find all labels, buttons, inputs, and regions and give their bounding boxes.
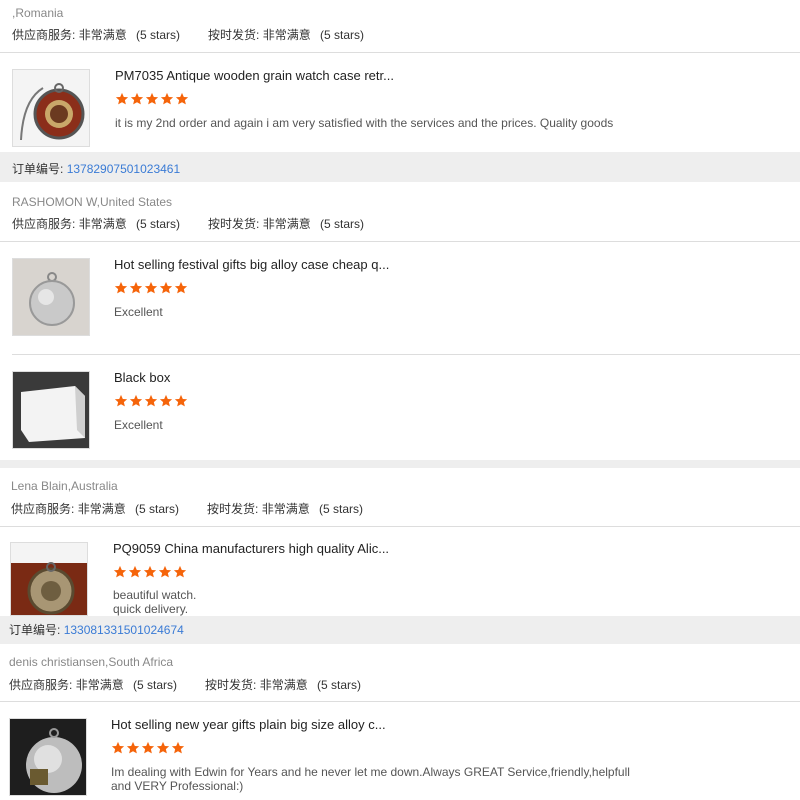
product-title-link[interactable]: PM7035 Antique wooden grain watch case r… bbox=[115, 68, 394, 83]
supplier-service-stars: (5 stars) bbox=[133, 678, 178, 692]
supplier-service-rating: 供应商服务: 非常满意 (5 stars) bbox=[12, 215, 180, 232]
supplier-service-rating: 供应商服务: 非常满意 (5 stars) bbox=[11, 500, 179, 517]
ontime-stars: (5 stars) bbox=[320, 217, 365, 231]
ontime-stars: (5 stars) bbox=[319, 502, 364, 516]
ontime-rating: 按时发货: 非常满意 (5 stars) bbox=[205, 676, 361, 693]
review-text: Excellent bbox=[114, 305, 163, 319]
order-number-row: 订单编号: 1330813315010246​74 bbox=[9, 621, 184, 638]
rating-stars bbox=[114, 281, 188, 295]
ontime-value: 非常满意 bbox=[262, 28, 311, 42]
buyer-name: ,Romania bbox=[12, 6, 64, 20]
product-thumbnail[interactable] bbox=[12, 371, 90, 449]
star-icon bbox=[171, 741, 185, 754]
rating-stars bbox=[111, 741, 185, 755]
divider bbox=[0, 241, 800, 242]
product-title-link[interactable]: Hot selling festival gifts big alloy cas… bbox=[114, 257, 389, 272]
star-icon bbox=[126, 741, 140, 754]
product-thumbnail[interactable] bbox=[12, 69, 90, 147]
supplier-service-stars: (5 stars) bbox=[135, 502, 180, 516]
ontime-value: 非常满意 bbox=[261, 502, 310, 516]
ontime-value: 非常满意 bbox=[262, 217, 311, 231]
order-label: 订单编号: bbox=[12, 162, 64, 176]
supplier-service-value: 非常满意 bbox=[75, 678, 124, 692]
product-thumbnail[interactable] bbox=[10, 542, 88, 616]
supplier-service-rating: 供应商服务: 非常满意 (5 stars) bbox=[12, 26, 180, 43]
star-icon bbox=[144, 394, 158, 407]
star-icon bbox=[129, 394, 143, 407]
rating-stars bbox=[115, 92, 189, 106]
divider bbox=[0, 526, 800, 527]
ontime-rating: 按时发货: 非常满意 (5 stars) bbox=[207, 500, 363, 517]
star-icon bbox=[158, 565, 172, 578]
product-thumbnail[interactable] bbox=[12, 258, 90, 336]
supplier-service-value: 非常满意 bbox=[77, 502, 126, 516]
star-icon bbox=[160, 92, 174, 105]
star-icon bbox=[114, 281, 128, 294]
supplier-service-value: 非常满意 bbox=[78, 28, 127, 42]
supplier-service-stars: (5 stars) bbox=[136, 217, 181, 231]
star-icon bbox=[173, 565, 187, 578]
buyer-name: RASHOMON W,United States bbox=[12, 195, 173, 209]
review-text: it is my 2nd order and again i am very s… bbox=[115, 116, 614, 130]
ontime-label: 按时发货: bbox=[205, 678, 257, 692]
star-icon bbox=[114, 394, 128, 407]
product-title-link[interactable]: Black box bbox=[114, 370, 170, 385]
star-icon bbox=[175, 92, 189, 105]
divider bbox=[0, 52, 800, 53]
order-label: 订单编号: bbox=[9, 623, 61, 637]
rating-stars bbox=[113, 565, 187, 579]
star-icon bbox=[129, 281, 143, 294]
ontime-label: 按时发货: bbox=[207, 502, 259, 516]
ontime-stars: (5 stars) bbox=[320, 28, 365, 42]
star-icon bbox=[143, 565, 157, 578]
supplier-service-stars: (5 stars) bbox=[136, 28, 181, 42]
ontime-value: 非常满意 bbox=[259, 678, 308, 692]
star-icon bbox=[113, 565, 127, 578]
star-icon bbox=[145, 92, 159, 105]
ontime-stars: (5 stars) bbox=[317, 678, 362, 692]
order-number-link[interactable]: 13782907501023461 bbox=[67, 162, 180, 176]
buyer-name: denis christiansen,South Africa bbox=[9, 655, 174, 669]
buyer-name: Lena Blain,Australia bbox=[11, 479, 118, 493]
review-text: beautiful watch. quick delivery. bbox=[113, 588, 196, 616]
supplier-service-label: 供应商服务: bbox=[12, 217, 76, 231]
ontime-rating: 按时发货: 非常满意 (5 stars) bbox=[208, 215, 364, 232]
star-icon bbox=[144, 281, 158, 294]
star-icon bbox=[141, 741, 155, 754]
ontime-rating: 按时发货: 非常满意 (5 stars) bbox=[208, 26, 364, 43]
supplier-service-label: 供应商服务: bbox=[12, 28, 76, 42]
review-line: quick delivery. bbox=[113, 602, 189, 616]
star-icon bbox=[115, 92, 129, 105]
group-separator bbox=[0, 460, 800, 468]
order-number-row: 订单编号: 13782907501023461 bbox=[12, 160, 180, 177]
divider bbox=[12, 354, 800, 355]
rating-stars bbox=[114, 394, 188, 408]
product-title-link[interactable]: Hot selling new year gifts plain big siz… bbox=[111, 717, 386, 732]
star-icon bbox=[159, 281, 173, 294]
ontime-label: 按时发货: bbox=[208, 28, 260, 42]
star-icon bbox=[130, 92, 144, 105]
ontime-label: 按时发货: bbox=[208, 217, 260, 231]
supplier-service-rating: 供应商服务: 非常满意 (5 stars) bbox=[9, 676, 177, 693]
star-icon bbox=[174, 394, 188, 407]
star-icon bbox=[159, 394, 173, 407]
review-text: Excellent bbox=[114, 418, 163, 432]
supplier-service-value: 非常满意 bbox=[78, 217, 127, 231]
star-icon bbox=[156, 741, 170, 754]
divider bbox=[0, 701, 800, 702]
review-text: Im dealing with Edwin for Years and he n… bbox=[111, 765, 630, 793]
product-thumbnail[interactable] bbox=[9, 718, 87, 796]
star-icon bbox=[128, 565, 142, 578]
star-icon bbox=[111, 741, 125, 754]
review-line: beautiful watch. bbox=[113, 588, 197, 602]
supplier-service-label: 供应商服务: bbox=[9, 678, 73, 692]
product-title-link[interactable]: PQ9059 China manufacturers high quality … bbox=[113, 541, 389, 556]
order-number-link[interactable]: 1330813315010246​74 bbox=[64, 623, 184, 637]
star-icon bbox=[174, 281, 188, 294]
supplier-service-label: 供应商服务: bbox=[11, 502, 75, 516]
